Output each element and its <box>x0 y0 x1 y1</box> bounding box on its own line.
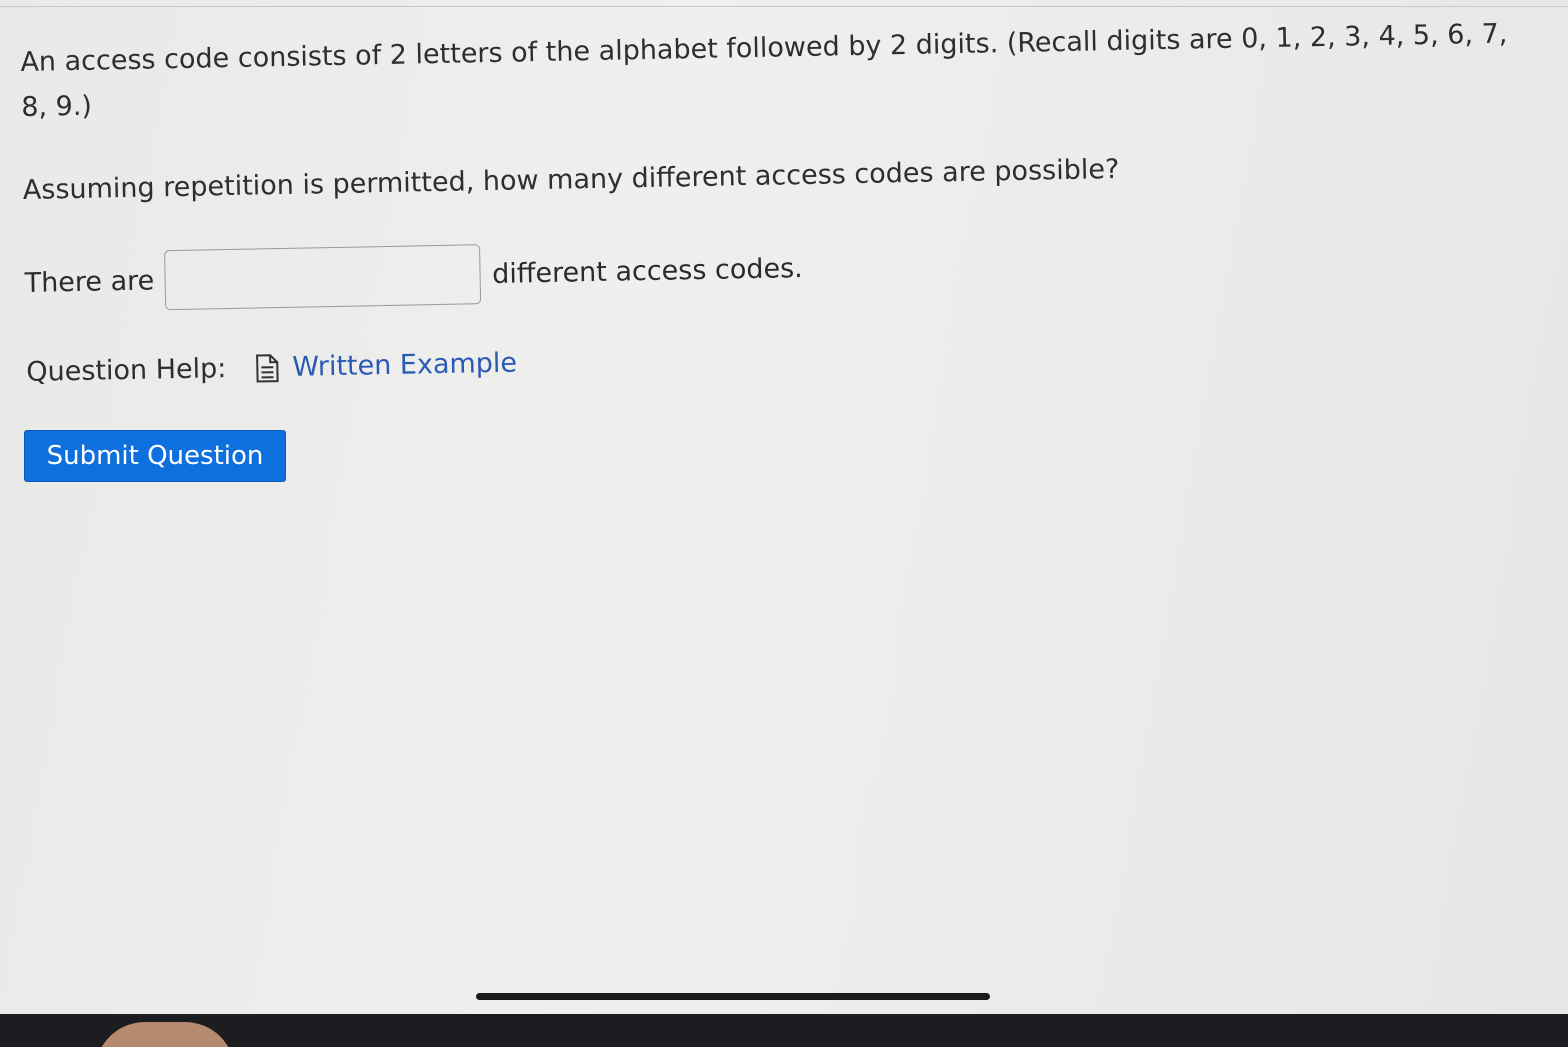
question-help-label: Question Help: <box>26 353 227 388</box>
home-indicator <box>476 993 990 1000</box>
written-example-link[interactable]: Written Example <box>292 348 517 383</box>
answer-suffix: different access codes. <box>491 252 804 290</box>
question-text: An access code consists of 2 letters of … <box>20 18 1508 123</box>
question-help: Question Help: Written Example <box>26 328 1536 388</box>
submit-question-button[interactable]: Submit Question <box>24 430 286 482</box>
document-icon <box>254 353 281 383</box>
answer-input[interactable] <box>163 244 481 311</box>
answer-row: There are different access codes. <box>24 224 1535 313</box>
device-bezel <box>0 1014 1568 1047</box>
answer-prefix: There are <box>24 264 155 299</box>
top-divider <box>0 0 1568 7</box>
question-prompt: Assuming repetition is permitted, how ma… <box>22 153 1120 206</box>
question-panel: An access code consists of 2 letters of … <box>20 11 1536 388</box>
